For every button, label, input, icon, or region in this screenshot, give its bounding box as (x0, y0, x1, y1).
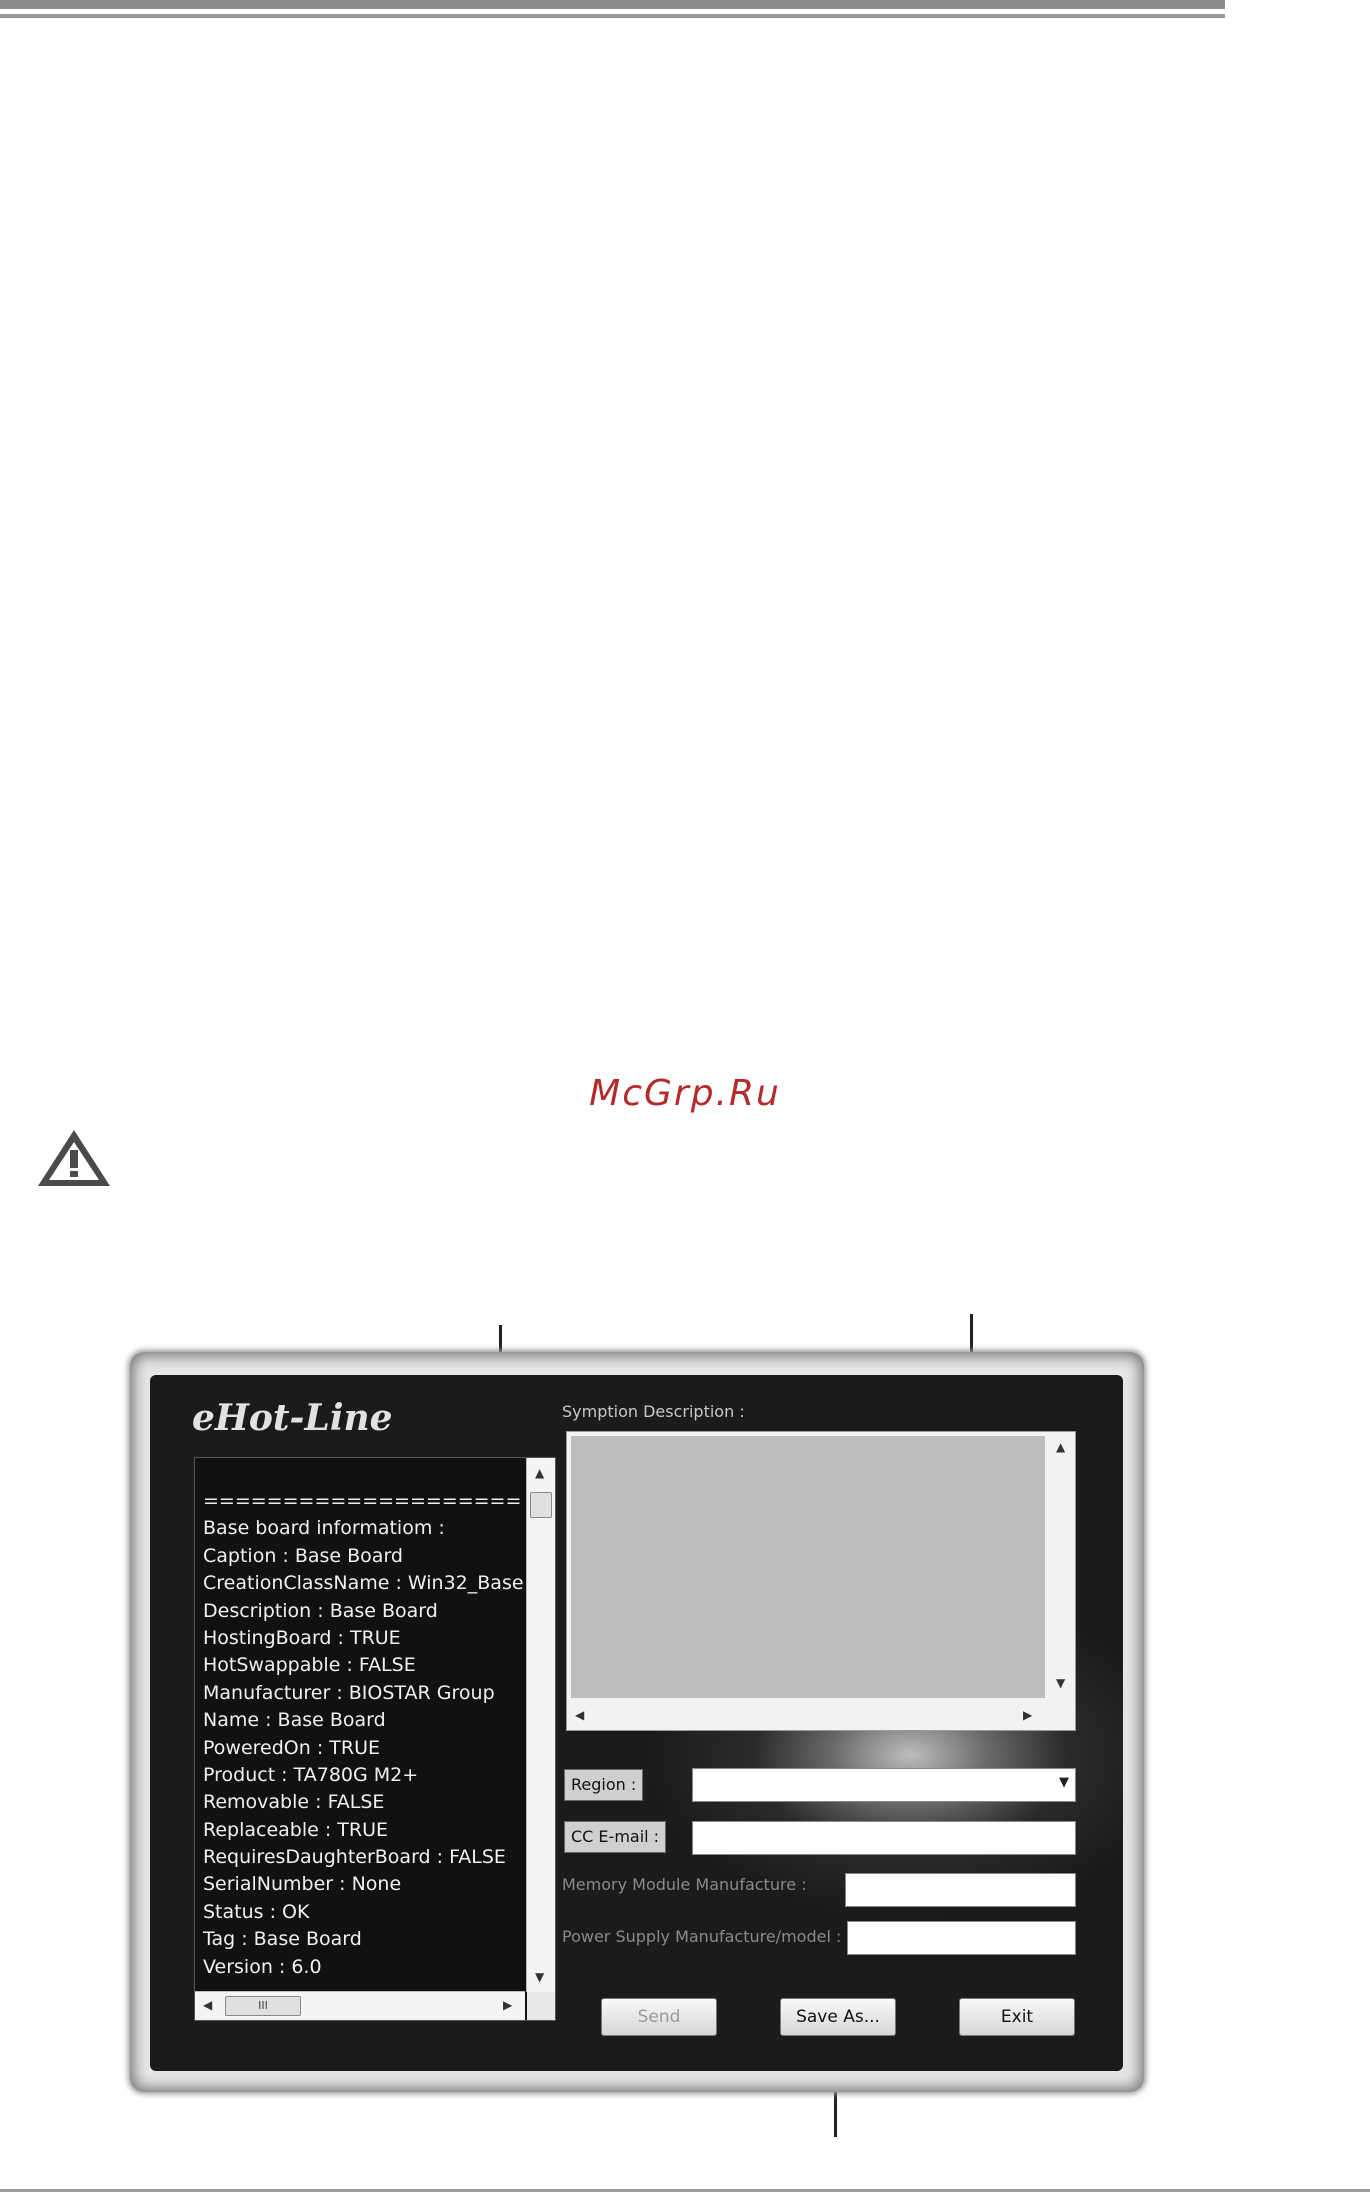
info-horizontal-scrollbar[interactable]: ◀ III ▶ (195, 1991, 525, 2020)
info-line: CreationClassName : Win32_BaseBoard (203, 1572, 523, 1595)
symption-description-text[interactable] (571, 1436, 1045, 1698)
symption-horizontal-scrollbar[interactable]: ◀ ▶ (567, 1702, 1047, 1730)
info-line: Version : 6.0 (203, 1955, 322, 1978)
scroll-down-icon[interactable]: ▼ (535, 1970, 544, 1984)
memory-module-label: Memory Module Manufacture : (562, 1875, 807, 1894)
info-line: ========================= (203, 1490, 523, 1512)
info-line: Product : TA780G M2+ (203, 1763, 419, 1786)
info-line: HotSwappable : FALSE (203, 1654, 416, 1677)
symption-vertical-scrollbar[interactable]: ▲ ▼ (1047, 1432, 1075, 1702)
info-line: Base board informatiom : (203, 1517, 445, 1540)
scroll-right-icon[interactable]: ▶ (1023, 1708, 1032, 1722)
app-title: eHot-Line (192, 1397, 393, 1439)
system-info-panel[interactable]: ========================= Base board inf… (194, 1457, 556, 2021)
info-line: Tag : Base Board (203, 1928, 362, 1951)
region-dropdown[interactable]: ▼ (692, 1768, 1076, 1802)
top-rule (0, 0, 1225, 9)
exit-button[interactable]: Exit (959, 1998, 1075, 2036)
info-line: Status : OK (203, 1900, 310, 1923)
send-button[interactable]: Send (601, 1998, 717, 2036)
chevron-down-icon[interactable]: ▼ (1059, 1775, 1069, 1790)
info-line: Removable : FALSE (203, 1791, 385, 1814)
cc-email-input[interactable] (692, 1821, 1076, 1855)
info-line: Description : Base Board (203, 1599, 438, 1622)
power-supply-input[interactable] (847, 1921, 1076, 1955)
info-vertical-scrollbar[interactable]: ▲ ▼ (526, 1458, 555, 1992)
info-line: HostingBoard : TRUE (203, 1626, 401, 1649)
memory-module-input[interactable] (845, 1873, 1076, 1907)
scroll-left-icon[interactable]: ◀ (575, 1708, 584, 1722)
scroll-up-icon[interactable]: ▲ (1056, 1440, 1065, 1454)
info-line: Replaceable : TRUE (203, 1818, 389, 1841)
info-line: PoweredOn : TRUE (203, 1736, 380, 1759)
warning-icon (38, 1130, 110, 1186)
region-label: Region : (564, 1769, 644, 1801)
system-info-text: ========================= Base board inf… (203, 1488, 523, 1988)
cc-email-label: CC E-mail : (564, 1821, 667, 1853)
info-line: RequiresDaughterBoard : FALSE (203, 1846, 506, 1869)
scroll-left-icon[interactable]: ◀ (203, 1998, 212, 2012)
scroll-corner (527, 1992, 555, 2020)
ehotline-window: eHot-Line ========================= Base… (150, 1375, 1123, 2071)
power-supply-label: Power Supply Manufacture/model : (562, 1927, 842, 1946)
info-line: Manufacturer : BIOSTAR Group (203, 1681, 495, 1704)
top-rule-thin (0, 14, 1225, 18)
save-as-button[interactable]: Save As... (780, 1998, 896, 2036)
info-line: Caption : Base Board (203, 1544, 403, 1567)
symption-description-textarea[interactable]: ▲ ▼ ◀ ▶ (566, 1431, 1076, 1731)
info-line: SerialNumber : None (203, 1873, 402, 1896)
info-vertical-scroll-thumb[interactable] (530, 1492, 552, 1518)
info-line: Name : Base Board (203, 1709, 386, 1732)
scroll-up-icon[interactable]: ▲ (535, 1466, 544, 1480)
scroll-right-icon[interactable]: ▶ (503, 1998, 512, 2012)
info-horizontal-scroll-thumb[interactable]: III (225, 1996, 301, 2016)
scroll-down-icon[interactable]: ▼ (1056, 1676, 1065, 1690)
watermark: McGrp.Ru (589, 1073, 781, 1114)
symption-label: Symption Description : (562, 1402, 745, 1421)
